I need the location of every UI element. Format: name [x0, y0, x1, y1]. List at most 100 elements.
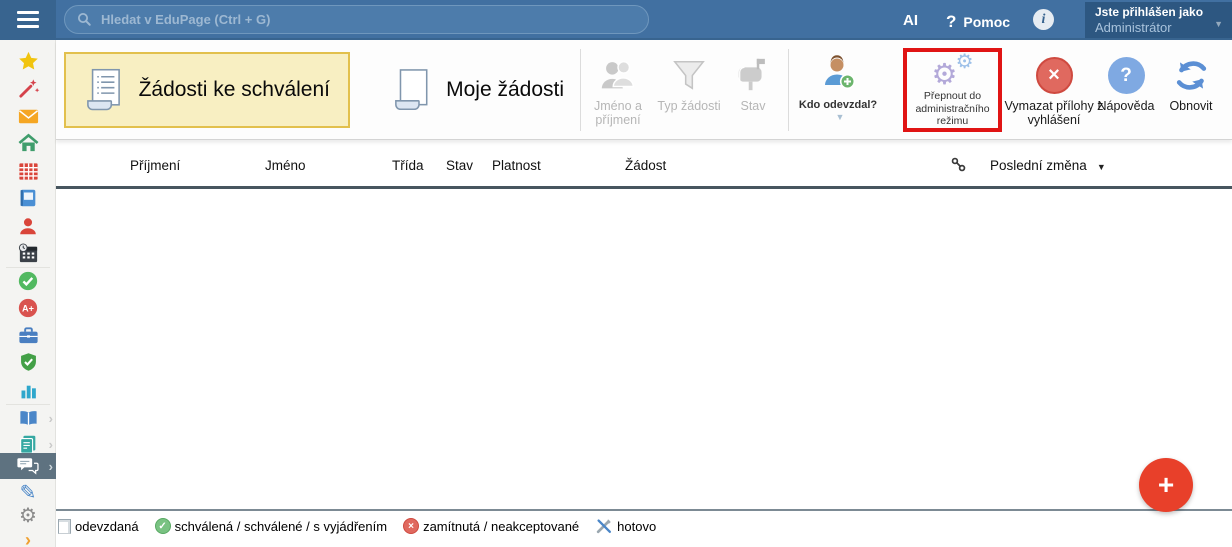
- help-menu-button[interactable]: ? Pomoc: [946, 12, 1010, 32]
- green-check-circle-icon: ✓: [155, 518, 171, 534]
- admin-mode-button admin-mode-highlight-box[interactable]: ⚙ ⚙ Přepnout do administračního režimu: [903, 48, 1002, 132]
- tab-label: Žádosti ke schválení: [139, 78, 330, 102]
- chevron-right-icon: ›: [49, 437, 53, 452]
- legend-item-done: hotovo: [595, 517, 656, 535]
- legend-label: hotovo: [617, 519, 656, 534]
- table-body-empty: [56, 190, 1232, 509]
- grades-icon: A+: [17, 297, 39, 319]
- sidebar-item-classregister[interactable]: [0, 185, 56, 211]
- filter-name-button: Jméno a příjmení: [584, 52, 652, 128]
- help-button[interactable]: ? Nápověda: [1093, 52, 1159, 113]
- tab-requests-to-approve[interactable]: Žádosti ke schválení: [64, 52, 350, 128]
- sidebar-item-timetable[interactable]: [0, 158, 56, 184]
- people-icon: [597, 58, 639, 94]
- column-header-name[interactable]: Jméno: [265, 158, 306, 173]
- refresh-icon: [1173, 57, 1210, 94]
- gears-icon: ⚙ ⚙: [932, 55, 974, 88]
- timetable-grid-icon: [17, 160, 40, 183]
- chevron-down-icon: ▼: [1214, 19, 1223, 29]
- info-icon[interactable]: i: [1033, 9, 1054, 30]
- plus-icon: +: [1158, 469, 1174, 501]
- main-content: Žádosti ke schválení Moje žádosti Jméno: [56, 40, 1232, 547]
- chat-bubbles-icon: [16, 456, 40, 477]
- who-submitted-button[interactable]: Kdo odevzdal?▼: [798, 52, 878, 123]
- chevron-down-icon: ▼: [836, 112, 845, 122]
- sidebar-item-agenda[interactable]: [0, 322, 56, 348]
- search-icon: [77, 12, 92, 27]
- column-header-last-change[interactable]: Poslední změna▼: [990, 158, 1106, 173]
- global-search: [64, 5, 649, 34]
- legend-item-submitted: odevzdaná: [58, 519, 139, 534]
- edupage-app: AI ? Pomoc i Jste přihlášen jako Adminis…: [0, 0, 1232, 547]
- button-label: Jméno a příjmení: [584, 99, 652, 128]
- button-label: Kdo odevzdal?▼: [798, 99, 878, 123]
- sidebar-item-settings[interactable]: ⚙: [0, 503, 56, 529]
- tab-my-requests[interactable]: Moje žádosti: [374, 52, 582, 128]
- magic-wand-icon: [17, 77, 40, 100]
- chevron-right-icon: ›: [49, 411, 53, 426]
- refresh-button[interactable]: Obnovit: [1158, 52, 1224, 113]
- button-label: Typ žádosti: [657, 99, 720, 113]
- question-mark-icon: ?: [946, 12, 956, 32]
- column-header-request[interactable]: Žádost: [625, 158, 666, 173]
- person-add-icon: [818, 54, 858, 94]
- button-label: Stav: [740, 99, 765, 113]
- toolbar: Žádosti ke schválení Moje žádosti Jméno: [56, 40, 1232, 140]
- ai-button[interactable]: AI: [903, 12, 918, 29]
- search-input[interactable]: [64, 5, 649, 34]
- briefcase-icon: [17, 324, 40, 347]
- tab-label: Moje žádosti: [446, 78, 564, 102]
- hamburger-menu-button[interactable]: [0, 0, 56, 38]
- shield-check-icon: [18, 351, 39, 373]
- sidebar-item-home[interactable]: [0, 130, 56, 156]
- home-icon: [17, 132, 40, 155]
- column-header-validity[interactable]: Platnost: [492, 158, 541, 173]
- sort-desc-icon: ▼: [1097, 162, 1106, 172]
- logged-in-as-label: Jste přihlášen jako: [1095, 5, 1212, 20]
- chevron-right-icon: ›: [25, 531, 31, 547]
- sidebar-item-calendar[interactable]: [0, 240, 56, 266]
- column-header-status[interactable]: Stav: [446, 158, 473, 173]
- svg-text:A+: A+: [22, 303, 34, 313]
- sidebar-item-contacts[interactable]: [0, 213, 56, 239]
- funnel-icon: [669, 56, 709, 94]
- hamburger-icon: [17, 11, 39, 28]
- status-legend: odevzdaná ✓ schválená / schválené / s vy…: [58, 514, 656, 538]
- red-x-circle-icon: ×: [403, 518, 419, 534]
- sidebar-item-security[interactable]: [0, 349, 56, 375]
- button-label: Obnovit: [1169, 99, 1212, 113]
- filter-status-button: Stav: [724, 52, 782, 113]
- sidebar-item-expand[interactable]: ›: [0, 527, 56, 547]
- sidebar-item-requests[interactable]: ›: [0, 453, 56, 479]
- mail-icon: [17, 105, 40, 128]
- legend-divider: [56, 509, 1232, 511]
- notebook-icon: [17, 187, 39, 209]
- sidebar-item-favorites[interactable]: [0, 48, 56, 74]
- button-label: Přepnout do administračního režimu: [907, 90, 998, 128]
- sidebar-item-wizard[interactable]: [0, 75, 56, 101]
- toolbar-divider: [788, 49, 789, 131]
- toolbar-divider: [580, 49, 581, 131]
- crossed-tools-icon: [595, 517, 613, 535]
- calendar-clock-icon: [17, 242, 40, 265]
- filter-type-button: Typ žádosti: [653, 52, 725, 113]
- sidebar-item-library[interactable]: ›: [0, 405, 56, 431]
- logged-in-role: Administrátor: [1095, 20, 1212, 35]
- person-icon: [17, 215, 39, 237]
- sidebar-item-grades[interactable]: A+: [0, 295, 56, 321]
- red-x-circle-icon: ×: [1036, 57, 1073, 94]
- sidebar-item-messages[interactable]: [0, 103, 56, 129]
- column-header-class[interactable]: Třída: [392, 158, 424, 173]
- blank-scroll-icon: [392, 61, 432, 119]
- column-header-surname[interactable]: Příjmení: [130, 158, 180, 173]
- star-icon: [17, 50, 40, 73]
- logged-in-user-dropdown[interactable]: Jste přihlášen jako Administrátor ▼: [1085, 2, 1232, 38]
- sidebar-item-statistics[interactable]: [0, 377, 56, 403]
- link-icon[interactable]: [950, 156, 967, 173]
- table-header-rule: [56, 186, 1232, 189]
- legend-item-approved: ✓ schválená / schválené / s vyjádřením: [155, 518, 387, 534]
- left-sidebar: A+ › › › ✎ ⚙ ›: [0, 40, 56, 547]
- open-book-icon: [17, 408, 40, 429]
- add-request-fab[interactable]: +: [1139, 458, 1193, 512]
- sidebar-item-attendance[interactable]: [0, 268, 56, 294]
